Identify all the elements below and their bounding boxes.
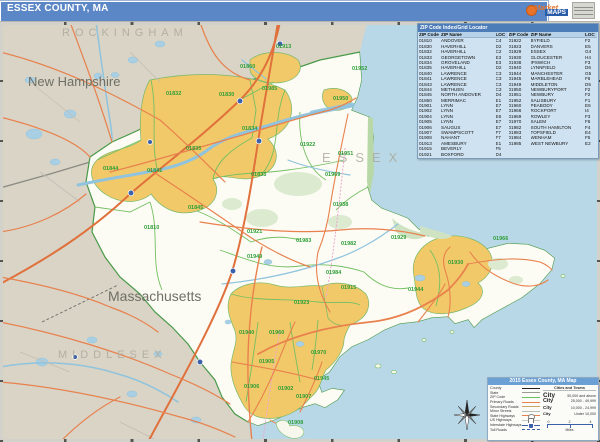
city-population-range: 50,000 and above bbox=[567, 394, 596, 398]
legend-line-label: State Highways bbox=[490, 414, 515, 418]
minor-swatch-icon bbox=[522, 411, 540, 412]
col-zip-code: ZIP Code bbox=[419, 32, 441, 37]
grid-ticks-left bbox=[0, 22, 3, 442]
legend-line-label: County bbox=[490, 386, 501, 390]
legend-cities-header: Cities and Towns bbox=[543, 386, 596, 391]
city-size-label: City bbox=[543, 411, 551, 416]
legend-line-item: Interstate Highways bbox=[490, 423, 540, 428]
city-population-range: Under 10,000 bbox=[574, 412, 596, 416]
city-size-label: City bbox=[543, 405, 552, 410]
col-zip-code: ZIP Code bbox=[509, 32, 531, 37]
interstate-swatch-icon bbox=[522, 425, 540, 426]
primary-swatch-icon bbox=[522, 402, 540, 403]
cell-zip-name: WEST NEWBURY bbox=[531, 141, 586, 146]
legend-line-label: Minor Streets bbox=[490, 409, 511, 413]
brand-logo: Market MAPS bbox=[526, 1, 598, 20]
col-zip-name: ZIP Name bbox=[531, 32, 586, 37]
map-canvas: ROCKINGHAMNew HampshireESSEXMassachusett… bbox=[0, 22, 600, 442]
compass-rose-icon bbox=[452, 398, 482, 432]
col-zip-name: ZIP Name bbox=[441, 32, 496, 37]
ushwy-swatch-icon bbox=[522, 420, 540, 421]
logo-maps-text: MAPS bbox=[545, 9, 568, 16]
scale-unit: Miles bbox=[543, 428, 596, 432]
page-title: ESSEX COUNTY, MA bbox=[7, 3, 109, 14]
statehwy-swatch-icon bbox=[522, 415, 540, 416]
legend-line-label: US Highways bbox=[490, 418, 512, 422]
legend-line-label: Secondary Roads bbox=[490, 405, 519, 409]
legend-title: 2015 Essex County, MA Map bbox=[488, 378, 598, 385]
zip-code-index-table: ZIP Code Index/Grid Locator ZIP Code ZIP… bbox=[417, 23, 599, 159]
legend-line-label: Toll Roads bbox=[490, 428, 507, 432]
legend-line-items: CountyStateZIP CodePrimary RoadsSecondar… bbox=[490, 386, 540, 432]
zip-table-body-right: 01922BYFIELDF201923DANVERSE501929ESSEXG4… bbox=[509, 38, 598, 146]
county-swatch-icon bbox=[522, 388, 540, 389]
zip-swatch-icon bbox=[522, 397, 540, 398]
zip-table-title: ZIP Code Index/Grid Locator bbox=[418, 24, 598, 32]
scale-bar-line bbox=[547, 424, 593, 428]
legend-city-row: City Under 10,000 bbox=[543, 411, 596, 417]
col-loc: LOC bbox=[585, 32, 597, 37]
logo-badge bbox=[572, 2, 595, 19]
legend-line-label: Primary Roads bbox=[490, 400, 514, 404]
zip-table-body-left: 01810ANDOVERC401830HAVERHILLD201832HAVER… bbox=[419, 38, 508, 157]
map-legend: 2015 Essex County, MA Map CountyStateZIP… bbox=[487, 377, 599, 441]
cell-zip-code: 01985 bbox=[509, 141, 531, 146]
table-row: 01985WEST NEWBURYE2 bbox=[509, 141, 598, 146]
table-row: 01921BOXFORDD4 bbox=[419, 152, 508, 157]
city-population-range: 25,000 - 49,999 bbox=[571, 399, 596, 403]
toll-swatch-icon bbox=[522, 429, 540, 430]
secondary-swatch-icon bbox=[522, 406, 540, 407]
legend-line-label: ZIP Code bbox=[490, 395, 505, 399]
city-population-range: 10,000 - 24,999 bbox=[571, 406, 596, 410]
cell-loc: E2 bbox=[585, 141, 597, 146]
legend-line-label: State bbox=[490, 391, 498, 395]
cell-zip-code: 01921 bbox=[419, 152, 441, 157]
title-bar: ESSEX COUNTY, MA Market MAPS bbox=[0, 0, 600, 23]
map-page: ESSEX COUNTY, MA Market MAPS bbox=[0, 0, 600, 442]
scale-bar: 0 2 4 Miles bbox=[543, 420, 596, 432]
cell-loc: D4 bbox=[496, 152, 508, 157]
legend-line-label: Interstate Highways bbox=[490, 423, 522, 427]
legend-city-rows: City 50,000 and above City 25,000 - 49,999 C… bbox=[543, 392, 596, 418]
city-size-label: City bbox=[543, 398, 553, 404]
state-swatch-icon bbox=[522, 392, 540, 393]
col-loc: LOC bbox=[496, 32, 508, 37]
cell-zip-name: BOXFORD bbox=[441, 152, 496, 157]
